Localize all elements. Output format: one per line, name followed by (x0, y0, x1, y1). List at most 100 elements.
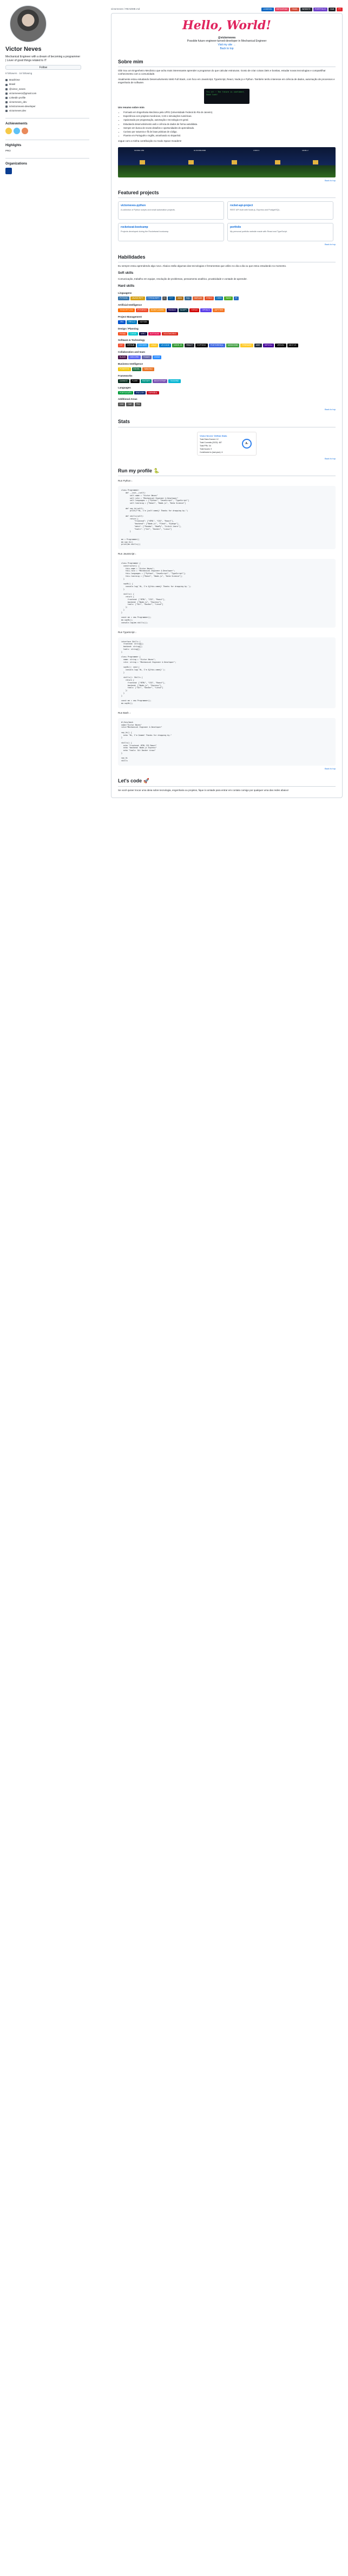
social-badge[interactable]: INSTAGRAM (274, 8, 290, 11)
social-badges: LINKEDIN INSTAGRAM GMAIL WEBSITE PORTFOLIO HU… (261, 8, 343, 11)
skill-badges: PORTUGUÊS ENGLISH ESPAÑOL (118, 391, 336, 395)
skill-group-heading: Linguagens (118, 292, 132, 295)
follow-button[interactable]: Follow (5, 65, 81, 70)
list-item: Apaixonado por programação, automação e … (123, 118, 336, 122)
skill-badge: TABLEAU (142, 367, 154, 371)
skill-badge: MATLAB (193, 297, 203, 301)
detail-handle[interactable]: @victor_neves (5, 88, 89, 91)
skill-badge: HTML5 (204, 297, 214, 301)
project-card[interactable]: rocketseat-bootcamp Projects developed du… (118, 223, 224, 242)
game-caption: Jogue com a minha contribuição no modo S… (118, 139, 182, 142)
projects-grid: victorneves-python A collection of Python… (118, 201, 336, 242)
skill-badge: MONGODB (226, 344, 240, 348)
skill-group-heading: Project Management (118, 315, 142, 318)
skill-badge: MIRO (139, 332, 148, 336)
skill-badge: NOTION (138, 320, 149, 324)
skill-badge: FIREBASE (240, 344, 253, 348)
about-paragraph-2: Atualmente estou estudando Desenvolvimen… (118, 77, 335, 84)
about-paragraph-1: Olá! Sou um Engenheiro Mecânico que acha… (118, 69, 326, 75)
skill-badge: EXCEL (132, 367, 141, 371)
social-badge[interactable]: PY (337, 8, 343, 11)
detail-social-1[interactable]: victorneves_dev (5, 101, 89, 104)
readme-path[interactable]: victorneves / README.md (111, 8, 140, 11)
project-card[interactable]: portfolio My personal portfolio website m… (227, 223, 333, 242)
skill-badges: PYTHON JAVASCRIPT TYPESCRIPT C C++ JAVA SQL MAT… (118, 297, 336, 301)
invader-sprite (140, 160, 145, 164)
detail-location: Brasil (5, 83, 89, 86)
social-badge[interactable]: GMAIL (290, 8, 299, 11)
list-item: Formado em Engenharia Mecânica pela UFRJ… (123, 111, 336, 114)
readme-card: Hello, World! @victorneves Possible futu… (111, 13, 343, 798)
visit-site-link[interactable]: Visit my site → (111, 43, 342, 47)
code-block-javascript[interactable]: class Programmer { constructor() { this.… (118, 559, 336, 628)
skill-badges: DJANGO FLASK FASTAPI BOOTSTRAP TAILWIND (118, 379, 336, 383)
skill-badge: JAVASCRIPT (130, 297, 145, 301)
skill-badge: DJANGO (118, 379, 129, 383)
mail-icon (5, 92, 8, 95)
readme-header: victorneves / README.md LINKEDIN INSTAGRA… (111, 8, 343, 11)
hello-handle: @victorneves (218, 36, 236, 39)
skill-badge: LINUX (149, 344, 159, 348)
skill-group-heading: Collaboration and team (118, 351, 146, 354)
skill-badge: PYTHON (118, 297, 129, 301)
code-block-typescript[interactable]: interface Skills { frontend: string[]; b… (118, 637, 336, 708)
stats-row: Total Issues: 9 (200, 448, 212, 451)
skill-group-heading: Software & Technology (118, 339, 145, 342)
list-item: Fluente em Português e Inglês, arranhand… (123, 134, 336, 137)
detail-social-2[interactable]: in/victorneves-developer (5, 105, 89, 108)
back-to-top-link[interactable]: Back to top (118, 457, 336, 460)
project-card[interactable]: victorneves-python A collection of Python… (118, 201, 224, 220)
linkedin-icon (5, 105, 8, 108)
skill-badge: REACT (185, 344, 195, 348)
code-block-bash[interactable]: #!/bin/bash name="Victor Neves" role="Me… (118, 717, 336, 766)
social-badge[interactable]: WEBSITE (300, 8, 312, 11)
back-to-top-link[interactable]: Back to top (118, 408, 336, 411)
list-item: Estudando desenvolvimento web e ciência … (123, 123, 336, 126)
detail-website[interactable]: victorneves.dev (5, 109, 89, 113)
follow-stats[interactable]: 8 followers · 16 following (5, 72, 89, 75)
skill-group-heading: Business Intelligence (118, 362, 143, 365)
profile-bio: Mechanical Engineer with a dream of beco… (5, 55, 81, 62)
hello-subtitle: @victorneves Possible future engineer-tu… (111, 36, 342, 51)
code-block-python[interactable]: class Programmer: def __init__(self): se… (118, 486, 336, 550)
profile-name: Victor Neves (5, 46, 42, 52)
skill-badge: SQL (185, 297, 192, 301)
detail-email[interactable]: victorneves1@gmail.com (5, 92, 89, 95)
contact-heading: Let's code 🚀 (118, 778, 336, 787)
skill-badge: FASTAPI (140, 379, 152, 383)
skill-badge: TEAMS (141, 355, 152, 359)
skill-group-heading: Languages (118, 386, 131, 389)
skill-badge: JAVA (175, 297, 184, 301)
social-badge[interactable]: PORTFOLIO (313, 8, 327, 11)
skill-badge: NEXT.JS (287, 344, 298, 348)
skill-badge: HEROKU (262, 344, 274, 348)
skill-badge: TENSORFLOW (118, 308, 135, 312)
organization-avatar[interactable] (5, 168, 12, 175)
back-to-top-link[interactable]: Back to top (118, 767, 336, 770)
achievement-badge[interactable] (14, 128, 20, 134)
building-icon (5, 79, 8, 82)
back-to-top-link[interactable]: Back to top (118, 179, 336, 182)
skill-badge: OPENCV (200, 308, 212, 312)
skill-badges: POWER BI EXCEL TABLEAU (118, 367, 336, 371)
detail-link[interactable]: Linkedin profile (5, 96, 89, 100)
back-to-top-link[interactable]: Back to top (118, 243, 336, 246)
achievement-badge[interactable] (22, 128, 28, 134)
skill-badge: DOCKER (137, 344, 149, 348)
skill-badge: JIRA (118, 320, 126, 324)
skill-badge: PYTORCH (135, 308, 148, 312)
social-badge[interactable]: LINKEDIN (261, 8, 274, 11)
github-stats-card: Victor Neves' GitHub Stats Total Stars E… (197, 431, 257, 456)
achievement-badge[interactable] (5, 128, 12, 134)
profile-sidebar: Victor Neves Mechanical Engineer with a … (5, 5, 89, 175)
skill-badge: ZOOM (152, 355, 162, 359)
location-icon (5, 83, 8, 86)
skill-badge: VS CODE (159, 344, 172, 348)
social-badge[interactable]: HUB (328, 8, 336, 11)
project-card[interactable]: rocket-api-project REST API built with No… (227, 201, 333, 220)
hard-skills-heading: Hard skills (118, 285, 135, 288)
back-to-top-link[interactable]: Back to top (111, 47, 342, 51)
skill-group-heading: Frameworks (118, 374, 133, 377)
skill-badge: POWER BI (118, 367, 131, 371)
avatar[interactable] (10, 5, 47, 42)
